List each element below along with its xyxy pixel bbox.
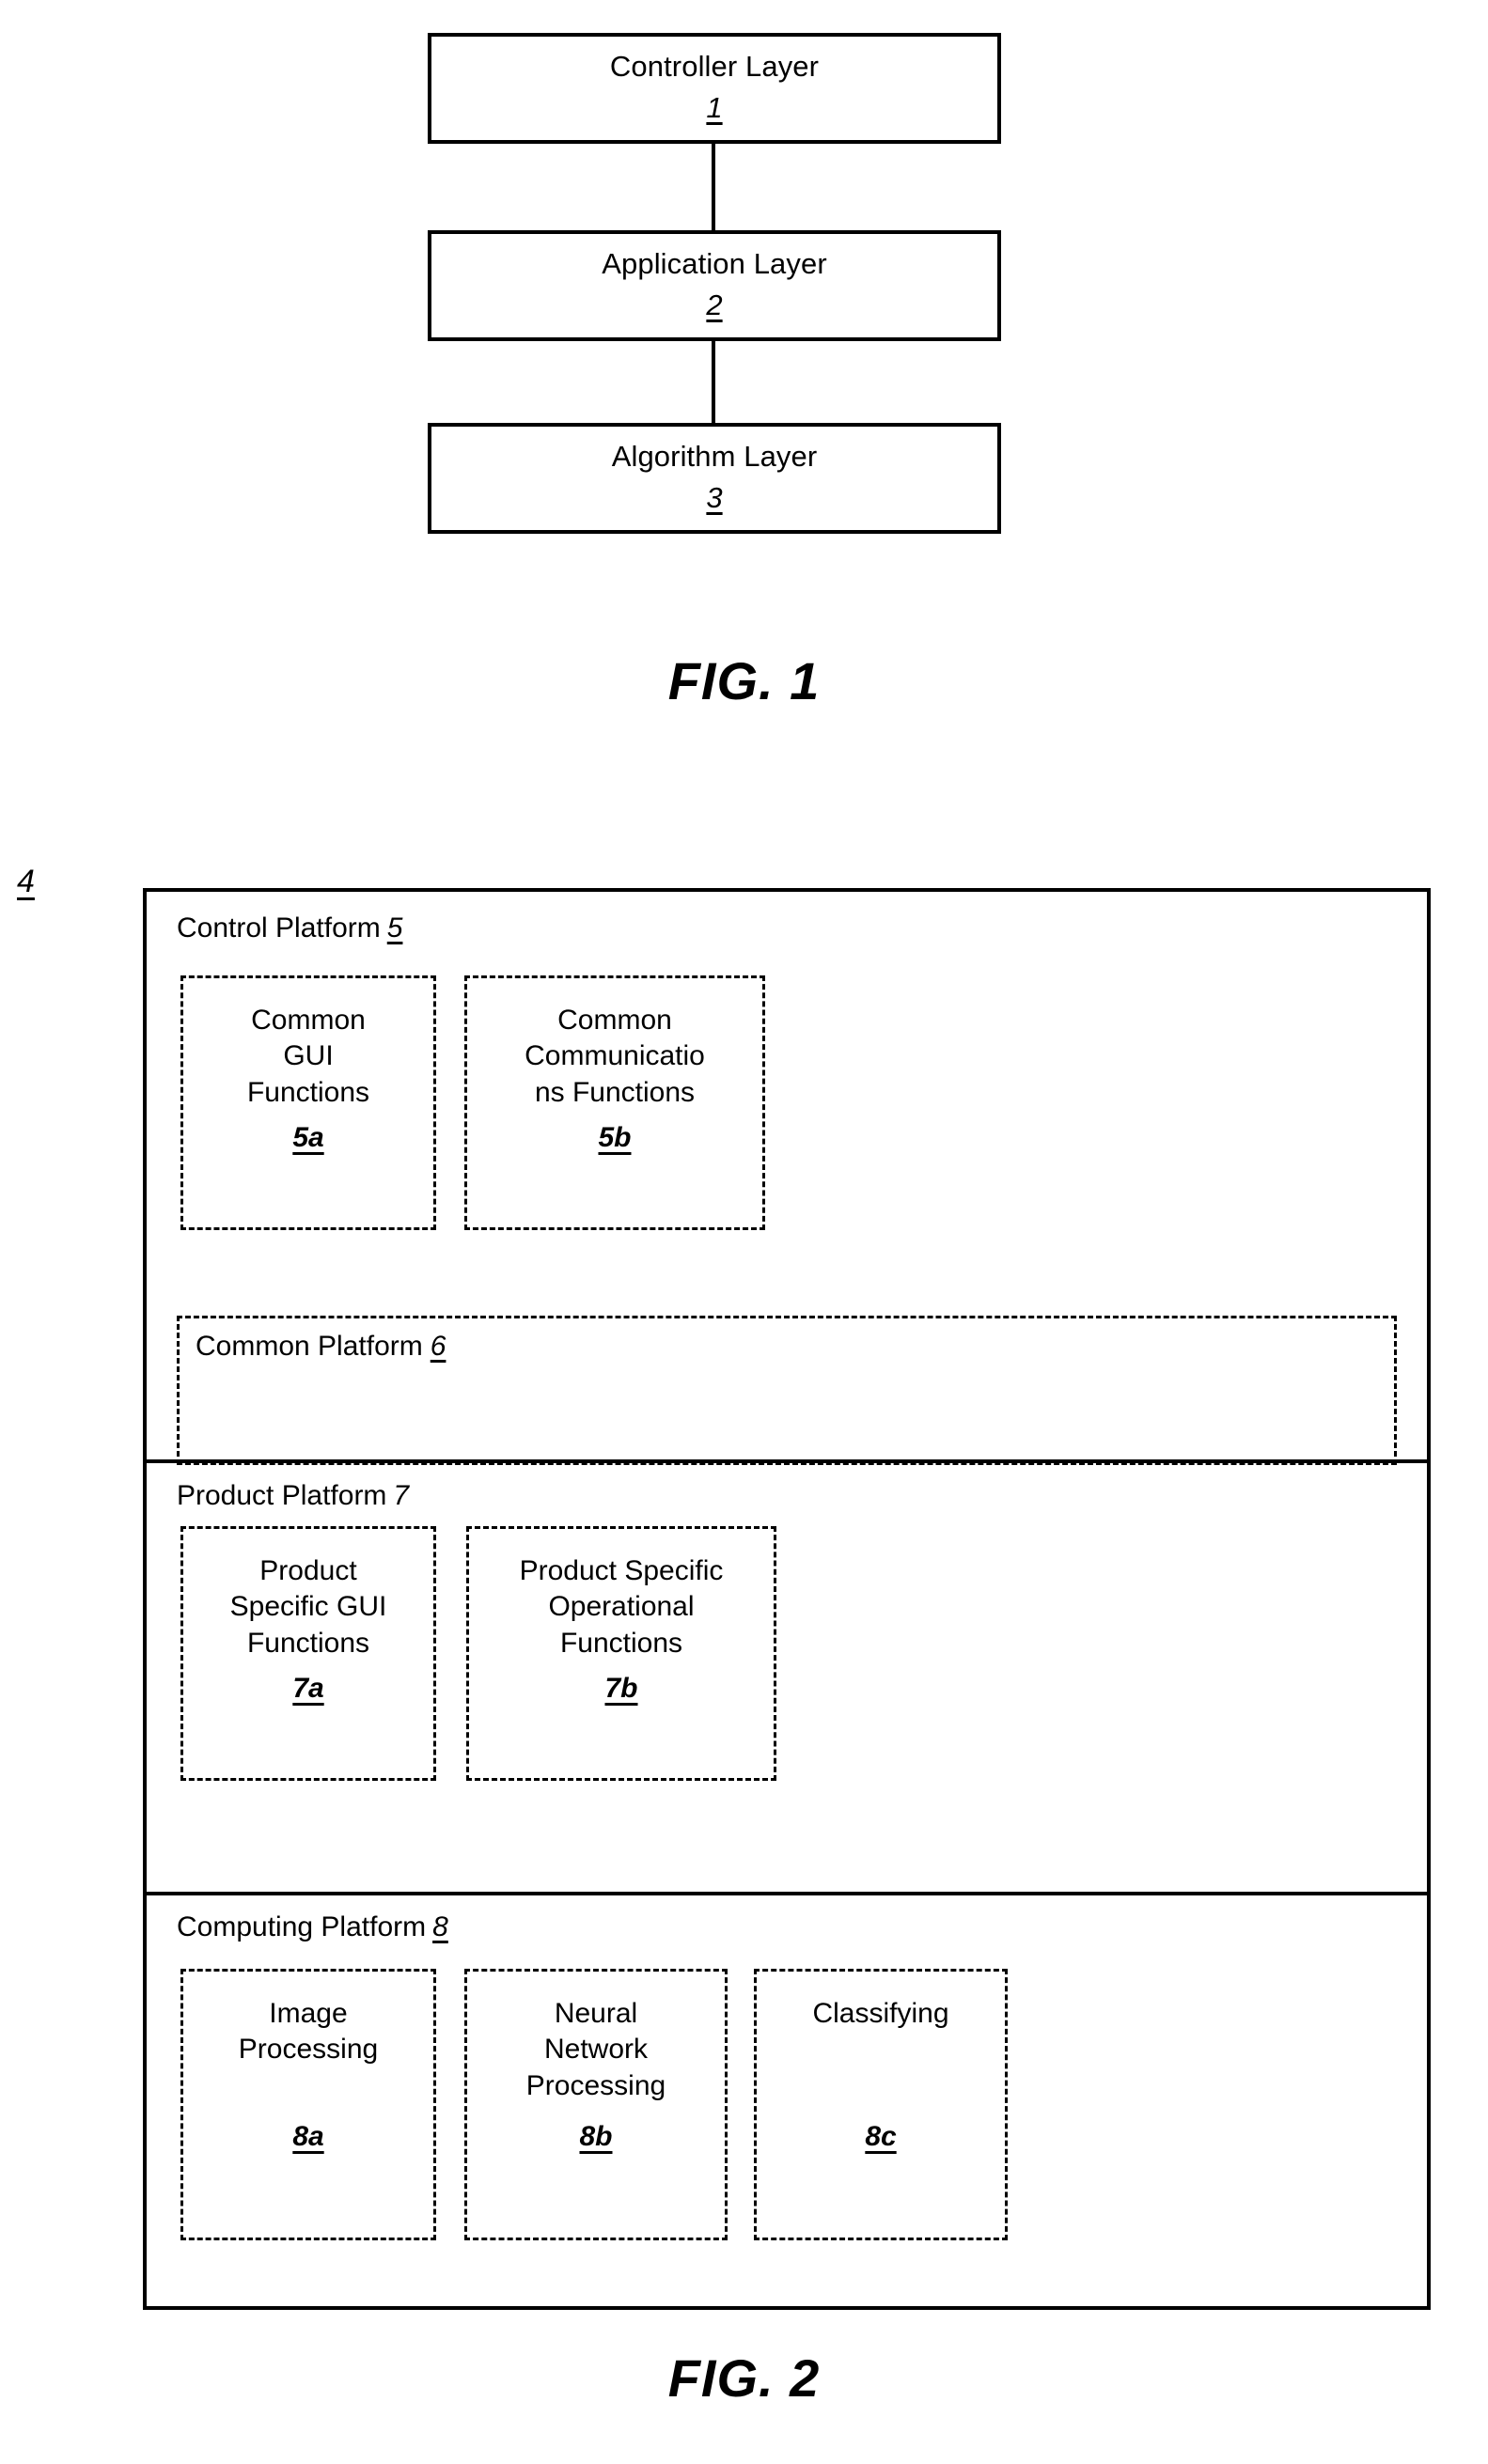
neural-network-processing-line-1: Neural (554, 1998, 638, 2029)
common-platform-title: Common Platform 6 (196, 1331, 450, 1363)
common-communications-functions-box: Common Communicatio ns Functions 5b (464, 975, 765, 1230)
common-communications-functions-refnum: 5b (598, 1122, 632, 1154)
connector-2-to-3 (712, 341, 715, 423)
common-gui-functions-line-3: Functions (246, 1076, 370, 1108)
product-platform-label: Product Platform (177, 1480, 387, 1511)
connector-1-to-2 (712, 144, 715, 230)
common-gui-functions-refnum: 5a (292, 1122, 324, 1154)
controller-layer-refnum: 1 (706, 91, 723, 125)
product-specific-gui-functions-line-2: Specific GUI (229, 1591, 387, 1623)
product-specific-operational-functions-box: Product Specific Operational Functions 7… (466, 1526, 776, 1781)
algorithm-layer-box: Algorithm Layer 3 (428, 423, 1001, 534)
application-layer-refnum: 2 (706, 289, 723, 322)
figure-1-caption: FIG. 1 (667, 651, 821, 710)
product-specific-operational-functions-line-3: Functions (559, 1627, 683, 1659)
figure-2-caption: FIG. 2 (667, 2348, 821, 2408)
product-specific-gui-functions-line-3: Functions (246, 1627, 370, 1659)
system-refnum-4: 4 (17, 864, 35, 899)
classifying-line-1: Classifying (812, 1998, 949, 2029)
figure-2-outer-frame: Control Platform 5 Common GUI Functions 5… (143, 888, 1431, 2310)
section-title-product-platform: Product Platform 7 (177, 1480, 409, 1512)
common-platform-band: Common Platform 6 (177, 1316, 1397, 1465)
common-communications-functions-line-2: Communicatio (525, 1040, 705, 1072)
common-communications-functions-line-1: Common (557, 1005, 672, 1036)
product-specific-operational-functions-line-2: Operational (548, 1591, 695, 1623)
neural-network-processing-line-3: Processing (525, 2069, 666, 2101)
image-processing-refnum: 8a (292, 2120, 324, 2152)
application-layer-label: Application Layer (602, 246, 827, 280)
neural-network-processing-line-2: Network (543, 2034, 649, 2066)
image-processing-line-1: Image (269, 1998, 348, 2029)
common-platform-refnum: 6 (430, 1331, 446, 1362)
image-processing-box: Image Processing 8a (180, 1969, 436, 2240)
divider-product-computing (147, 1892, 1427, 1895)
control-platform-label: Control Platform (177, 912, 381, 943)
patent-figure-sheet: Controller Layer 1 Application Layer 2 A… (0, 0, 1488, 2464)
common-communications-functions-line-3: ns Functions (534, 1076, 696, 1108)
common-gui-functions-box: Common GUI Functions 5a (180, 975, 436, 1230)
classifying-refnum: 8c (865, 2121, 897, 2153)
algorithm-layer-label: Algorithm Layer (611, 439, 818, 473)
product-specific-operational-functions-line-1: Product Specific (519, 1555, 724, 1586)
control-platform-refnum: 5 (386, 912, 403, 943)
product-specific-operational-functions-refnum: 7b (604, 1673, 638, 1705)
neural-network-processing-refnum: 8b (579, 2121, 613, 2153)
product-specific-gui-functions-line-1: Product (259, 1555, 357, 1586)
product-specific-gui-functions-box: Product Specific GUI Functions 7a (180, 1526, 436, 1781)
section-title-control-platform: Control Platform 5 (177, 912, 402, 944)
computing-platform-label: Computing Platform (177, 1911, 427, 1942)
controller-layer-box: Controller Layer 1 (428, 33, 1001, 144)
product-specific-gui-functions-refnum: 7a (292, 1673, 324, 1705)
application-layer-box: Application Layer 2 (428, 230, 1001, 341)
classifying-box: Classifying 8c (754, 1969, 1008, 2240)
image-processing-line-2: Processing (238, 2034, 379, 2066)
computing-platform-refnum: 8 (432, 1911, 448, 1942)
neural-network-processing-box: Neural Network Processing 8b (464, 1969, 728, 2240)
algorithm-layer-refnum: 3 (706, 481, 723, 515)
controller-layer-label: Controller Layer (609, 49, 820, 83)
common-gui-functions-line-2: GUI (283, 1040, 334, 1072)
common-gui-functions-line-1: Common (251, 1005, 366, 1036)
common-platform-label: Common Platform (196, 1331, 423, 1362)
section-title-computing-platform: Computing Platform 8 (177, 1911, 448, 1943)
product-platform-refnum: 7 (393, 1480, 410, 1511)
